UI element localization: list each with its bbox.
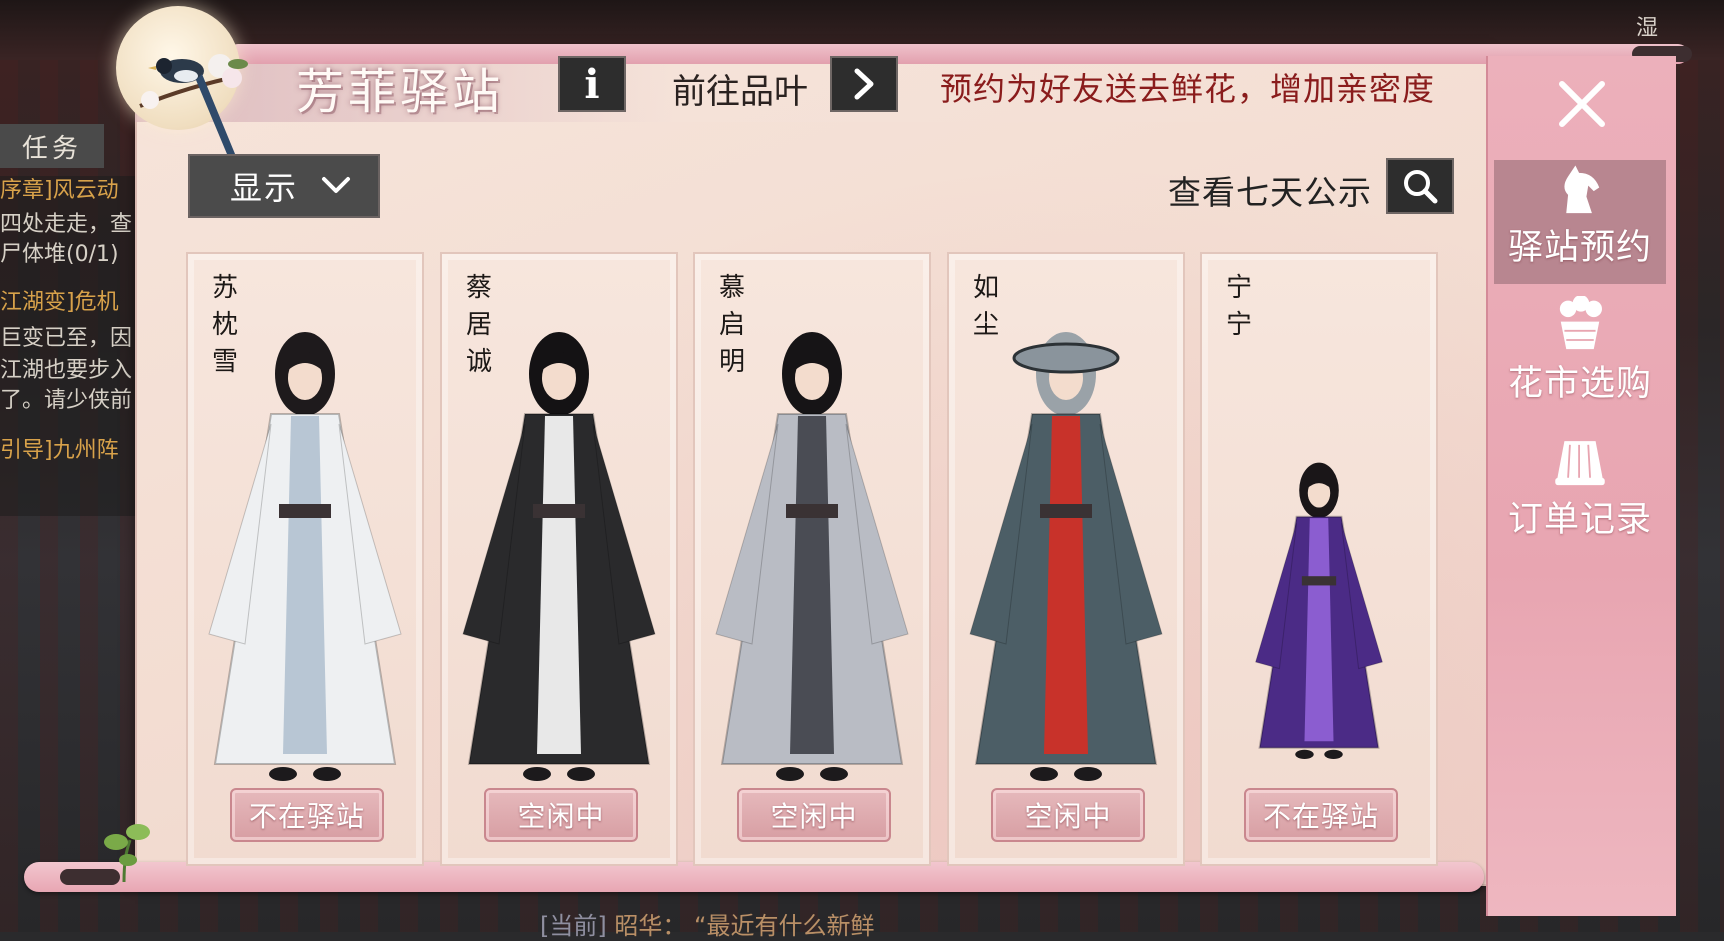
- sidebar-item-label: 订单记录: [1507, 500, 1652, 540]
- chat-speaker: 昭华：: [614, 912, 687, 940]
- scroll-icon: [1555, 441, 1605, 486]
- character-portrait: [462, 332, 656, 781]
- status-button[interactable]: 空闲中: [484, 788, 638, 842]
- task-title[interactable]: 序章]风云动: [0, 172, 140, 204]
- character-portrait: [715, 332, 909, 781]
- sidebar-item-station-booking[interactable]: 驿站预约: [1494, 160, 1666, 284]
- task-description: 四处走走，查: [0, 212, 133, 237]
- character-card[interactable]: 苏枕雪不在驿站: [186, 252, 424, 866]
- sidebar-item-label: 花市选购: [1507, 364, 1652, 404]
- sidebar-item-label: 驿站预约: [1507, 228, 1652, 268]
- dropdown-label: 显示: [230, 169, 299, 207]
- chat-channel: [当前]: [540, 912, 607, 940]
- task-title[interactable]: 引导]九州阵: [0, 432, 140, 464]
- character-card[interactable]: 慕启明空闲中: [693, 252, 931, 866]
- flower-basket-icon: [1559, 296, 1602, 350]
- status-button[interactable]: 不在驿站: [230, 788, 384, 842]
- character-portrait: [1255, 462, 1383, 760]
- character-card[interactable]: 如尘空闲中: [947, 252, 1185, 866]
- sprout-icon: [104, 824, 150, 882]
- chevron-down-icon: [322, 177, 350, 193]
- character-portrait: [208, 332, 402, 781]
- task-description: 江湖也要步入: [0, 358, 133, 383]
- character-card[interactable]: 蔡居诚空闲中: [440, 252, 678, 866]
- info-button[interactable]: i: [558, 56, 626, 112]
- status-button[interactable]: 空闲中: [737, 788, 891, 842]
- task-description: 尸体堆(0/1): [0, 242, 119, 267]
- goto-label: 前往品叶: [672, 72, 808, 112]
- task-title[interactable]: 江湖变]危机: [0, 284, 140, 316]
- chat-message: “最近有什么新鲜: [694, 912, 875, 940]
- task-tab[interactable]: 任务: [0, 124, 104, 168]
- task-description: 了。请少侠前: [0, 388, 133, 413]
- horse-icon: [1564, 165, 1600, 214]
- sidebar-item-order-records[interactable]: 订单记录: [1494, 432, 1666, 556]
- status-button[interactable]: 不在驿站: [1244, 788, 1398, 842]
- status-button[interactable]: 空闲中: [991, 788, 1145, 842]
- info-icon: i: [584, 60, 600, 108]
- weather-indicator: 湿: [1636, 16, 1659, 41]
- panel-title: 芳菲驿站: [296, 64, 505, 120]
- search-button[interactable]: [1386, 158, 1454, 214]
- search-icon: [1404, 170, 1438, 204]
- character-portrait: [969, 332, 1163, 781]
- task-description: 巨变已至，因: [0, 326, 133, 351]
- sidebar-item-flower-market[interactable]: 花市选购: [1494, 296, 1666, 420]
- goto-button[interactable]: [830, 56, 898, 112]
- chevron-right-icon: [854, 68, 874, 100]
- chat-line[interactable]: [当前] 昭华： “最近有什么新鲜: [540, 906, 874, 941]
- display-filter-dropdown[interactable]: 显示: [188, 154, 380, 218]
- close-icon[interactable]: [1552, 74, 1612, 134]
- promo-text: 预约为好友送去鲜花，增加亲密度: [940, 70, 1436, 108]
- seven-day-notice-label: 查看七天公示: [1168, 173, 1372, 212]
- character-card[interactable]: 宁宁不在驿站: [1200, 252, 1438, 866]
- task-tracker[interactable]: 序章]风云动 四处走走，查 尸体堆(0/1) 江湖变]危机 巨变已至，因 江湖也…: [0, 176, 140, 516]
- bottom-scroll-rod: [24, 862, 1484, 892]
- magpie-icon: [139, 54, 248, 166]
